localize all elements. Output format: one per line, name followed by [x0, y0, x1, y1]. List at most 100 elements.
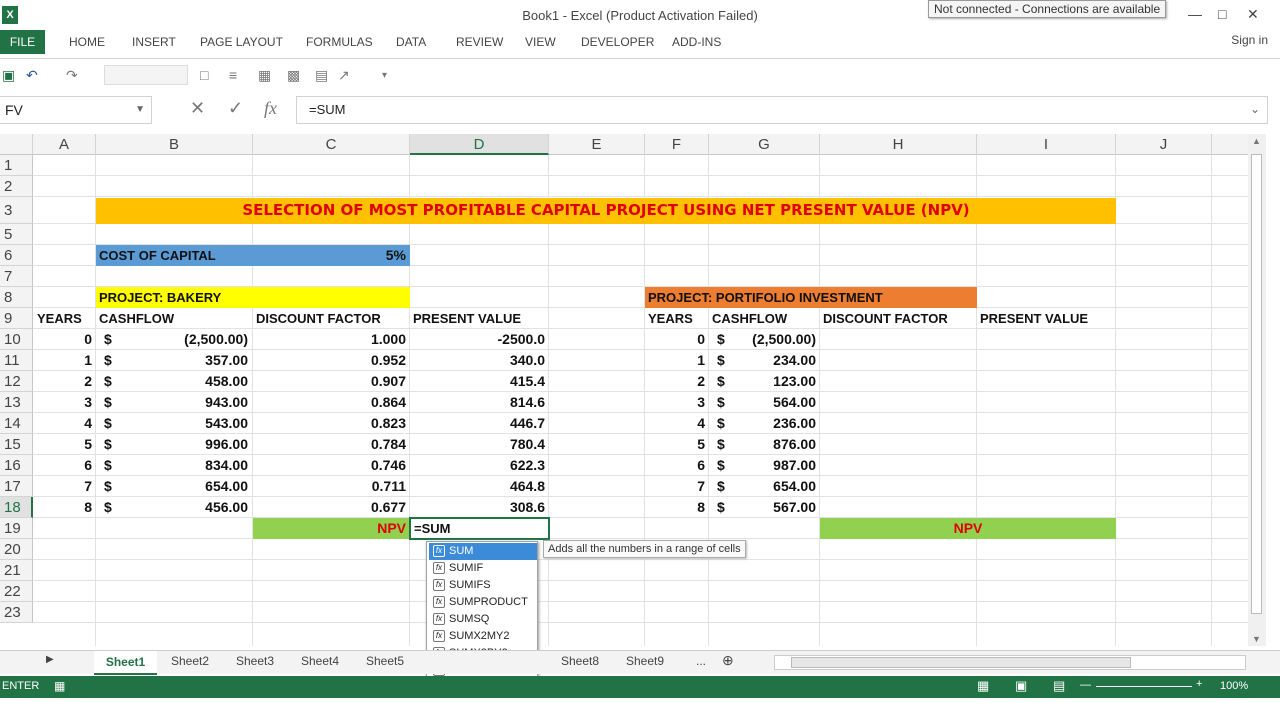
year-cell[interactable]: 7: [33, 476, 92, 497]
tab-add-ins[interactable]: ADD-INS: [672, 35, 721, 49]
year-cell[interactable]: 0: [33, 329, 92, 350]
redo-icon[interactable]: ↷: [66, 67, 78, 84]
header-cell[interactable]: PRESENT VALUE: [413, 308, 521, 329]
col-header-d[interactable]: D: [410, 134, 549, 155]
sheet-tab-3[interactable]: Sheet3: [236, 654, 274, 668]
project-portfolio-label[interactable]: PROJECT: PORTIFOLIO INVESTMENT: [648, 287, 883, 308]
present-value-cell[interactable]: 340.0: [410, 350, 545, 371]
col-header-h[interactable]: H: [820, 134, 977, 155]
npv2-label[interactable]: NPV: [820, 518, 1116, 539]
col-header-f[interactable]: F: [645, 134, 709, 155]
sheet-tab-4[interactable]: Sheet4: [301, 654, 339, 668]
discount-factor-cell[interactable]: 1.000: [253, 329, 406, 350]
year-cell[interactable]: 8: [33, 497, 92, 518]
discount-factor-cell[interactable]: 0.746: [253, 455, 406, 476]
col-header-c[interactable]: C: [253, 134, 410, 155]
format-icon[interactable]: ▦: [258, 67, 271, 84]
col-header-a[interactable]: A: [33, 134, 96, 155]
tab-developer[interactable]: DEVELOPER: [581, 35, 654, 49]
year-cell[interactable]: 3: [645, 392, 705, 413]
row-header-2[interactable]: 2: [0, 176, 33, 197]
year-cell[interactable]: 5: [33, 434, 92, 455]
tab-formulas[interactable]: FORMULAS: [306, 35, 373, 49]
page-break-icon[interactable]: ▤: [1053, 678, 1065, 694]
cashflow-cell[interactable]: 996.00: [120, 434, 248, 455]
year-cell[interactable]: 1: [33, 350, 92, 371]
discount-factor-cell[interactable]: 0.677: [253, 497, 406, 518]
autocomplete-item[interactable]: fx SUMIFS: [429, 577, 537, 594]
zoom-out-icon[interactable]: —: [1080, 679, 1091, 691]
row-header-14[interactable]: 14: [0, 413, 33, 434]
row-header-1[interactable]: 1: [0, 155, 33, 176]
scroll-thumb[interactable]: [1251, 154, 1262, 614]
year-cell[interactable]: 6: [645, 455, 705, 476]
sign-in-link[interactable]: Sign in: [1231, 33, 1268, 47]
row-header-18[interactable]: 18: [0, 497, 33, 518]
present-value-cell[interactable]: 415.4: [410, 371, 545, 392]
cashflow-cell[interactable]: 357.00: [120, 350, 248, 371]
project-bakery-label[interactable]: PROJECT: BAKERY: [99, 287, 221, 308]
row-header-7[interactable]: 7: [0, 266, 33, 287]
present-value-cell[interactable]: 446.7: [410, 413, 545, 434]
new-icon[interactable]: □: [200, 67, 208, 83]
cashflow-cell[interactable]: 564.00: [728, 392, 816, 413]
zoom-slider[interactable]: [1096, 686, 1192, 687]
customize-qat-icon[interactable]: ▾: [382, 70, 387, 81]
col-header-j[interactable]: J: [1116, 134, 1212, 155]
undo-icon[interactable]: ↶: [26, 67, 38, 84]
present-value-cell[interactable]: 464.8: [410, 476, 545, 497]
header-cell[interactable]: PRESENT VALUE: [980, 308, 1088, 329]
cashflow-cell[interactable]: 543.00: [120, 413, 248, 434]
vertical-scrollbar[interactable]: ▲ ▼: [1248, 134, 1266, 646]
save-icon[interactable]: ▣: [2, 67, 15, 84]
discount-factor-cell[interactable]: 0.711: [253, 476, 406, 497]
sheet-tab-9[interactable]: Sheet9: [626, 654, 664, 668]
horizontal-scrollbar[interactable]: [774, 655, 1246, 670]
row-header-6[interactable]: 6: [0, 245, 33, 266]
year-cell[interactable]: 6: [33, 455, 92, 476]
year-cell[interactable]: 0: [645, 329, 705, 350]
add-sheet-icon[interactable]: ⊕: [722, 652, 734, 669]
tab-review[interactable]: REVIEW: [456, 35, 503, 49]
cashflow-cell[interactable]: 654.00: [120, 476, 248, 497]
discount-factor-cell[interactable]: 0.907: [253, 371, 406, 392]
present-value-cell[interactable]: 814.6: [410, 392, 545, 413]
year-cell[interactable]: 8: [645, 497, 705, 518]
worksheet-grid[interactable]: A B C D E F G H I J 1 2 3 5 6 7 8 9 10 11 12 13 14 15…: [0, 134, 1248, 646]
cashflow-cell[interactable]: 834.00: [120, 455, 248, 476]
active-cell-text[interactable]: =SUM: [414, 518, 450, 539]
row-header-10[interactable]: 10: [0, 329, 33, 350]
row-header-15[interactable]: 15: [0, 434, 33, 455]
year-cell[interactable]: 3: [33, 392, 92, 413]
cashflow-cell[interactable]: 236.00: [728, 413, 816, 434]
row-header-11[interactable]: 11: [0, 350, 33, 371]
zoom-level[interactable]: 100%: [1220, 680, 1248, 692]
discount-factor-cell[interactable]: 0.864: [253, 392, 406, 413]
year-cell[interactable]: 4: [645, 413, 705, 434]
sheet-tab-1[interactable]: Sheet1: [94, 651, 157, 675]
maximize-icon[interactable]: □: [1218, 6, 1226, 22]
year-cell[interactable]: 5: [645, 434, 705, 455]
row-header-21[interactable]: 21: [0, 560, 33, 581]
header-cell[interactable]: YEARS: [37, 308, 82, 329]
npv1-label[interactable]: NPV: [253, 518, 406, 539]
cashflow-cell[interactable]: 123.00: [728, 371, 816, 392]
hscroll-thumb[interactable]: [791, 657, 1131, 668]
minimize-icon[interactable]: —: [1188, 6, 1202, 22]
tab-data[interactable]: DATA: [396, 35, 426, 49]
row-header-23[interactable]: 23: [0, 602, 33, 623]
select-all-corner[interactable]: [0, 134, 33, 155]
tab-insert[interactable]: INSERT: [132, 35, 176, 49]
chart-icon[interactable]: ↗: [338, 67, 350, 84]
autocomplete-item[interactable]: fx SUMIF: [429, 560, 537, 577]
header-cell[interactable]: YEARS: [648, 308, 693, 329]
cashflow-cell[interactable]: 456.00: [120, 497, 248, 518]
autocomplete-item[interactable]: fx SUMSQ: [429, 611, 537, 628]
year-cell[interactable]: 4: [33, 413, 92, 434]
zoom-in-icon[interactable]: +: [1196, 678, 1202, 690]
header-cell[interactable]: DISCOUNT FACTOR: [256, 308, 381, 329]
align-icon[interactable]: ≡: [229, 67, 237, 83]
cancel-icon[interactable]: ✕: [190, 98, 205, 119]
cost-value[interactable]: 5%: [253, 245, 406, 266]
scroll-down-icon[interactable]: ▼: [1252, 634, 1261, 644]
